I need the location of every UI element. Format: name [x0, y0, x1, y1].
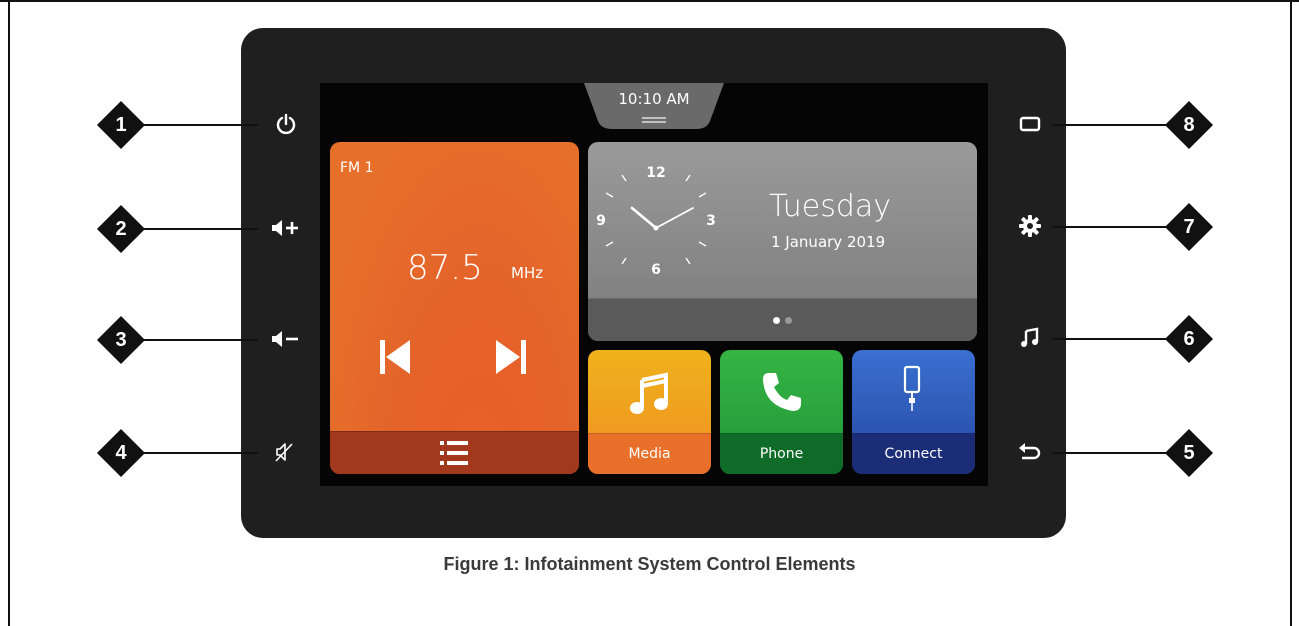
display-button[interactable] — [1010, 104, 1050, 144]
phone-icon — [763, 373, 801, 411]
phone-label: Phone — [720, 433, 843, 474]
page-indicator-bar — [588, 298, 977, 341]
radio-tile[interactable]: FM 1 87.5 MHz — [330, 142, 579, 474]
back-icon — [1019, 443, 1041, 460]
previous-station-button[interactable] — [374, 337, 414, 377]
settings-button[interactable] — [1010, 206, 1050, 246]
callout-line-5 — [1052, 452, 1182, 454]
phone-tile[interactable]: Phone — [720, 350, 843, 474]
clock-3: 3 — [706, 213, 716, 229]
full-date: 1 January 2019 — [771, 233, 886, 251]
radio-band: FM 1 — [340, 160, 374, 176]
minute-hand — [655, 207, 694, 229]
page-dot-active[interactable] — [773, 317, 780, 324]
back-button[interactable] — [1010, 432, 1050, 472]
radio-unit: MHz — [511, 264, 544, 282]
frame-left-line — [8, 0, 10, 626]
media-tile[interactable]: Media — [588, 350, 711, 474]
connect-tile[interactable]: Connect — [852, 350, 975, 474]
hour-hand — [630, 206, 658, 230]
callout-line-2 — [128, 228, 258, 230]
media-label: Media — [588, 433, 711, 474]
list-icon — [440, 441, 468, 465]
radio-frequency: 87.5 — [407, 248, 483, 288]
figure-caption: Figure 1: Infotainment System Control El… — [443, 554, 856, 574]
callout-line-4 — [128, 452, 258, 454]
callout-line-3 — [128, 339, 258, 341]
connect-label: Connect — [852, 433, 975, 474]
clock-12: 12 — [646, 165, 665, 181]
clock-9: 9 — [596, 213, 606, 229]
frame-right-line — [1290, 0, 1292, 626]
touchscreen: 10:10 AM FM 1 87.5 MHz 12 3 6 9 Tuesday … — [320, 83, 988, 486]
next-station-button[interactable] — [492, 337, 532, 377]
callout-line-8 — [1052, 124, 1182, 126]
status-time: 10:10 AM — [618, 90, 690, 108]
page-dot[interactable] — [785, 317, 792, 324]
display-icon — [1019, 116, 1041, 132]
volume-down-icon — [272, 331, 298, 347]
skip-next-icon — [496, 340, 526, 374]
power-button[interactable] — [266, 104, 306, 144]
music-note-icon — [630, 372, 668, 414]
callout-line-1 — [128, 124, 258, 126]
volume-up-icon — [272, 220, 298, 236]
day-of-week: Tuesday — [769, 189, 892, 224]
smartphone-icon — [903, 365, 921, 411]
callout-line-6 — [1052, 338, 1182, 340]
callout-line-7 — [1052, 226, 1182, 228]
music-button[interactable] — [1010, 318, 1050, 358]
mute-icon — [275, 443, 293, 462]
date-time-tile[interactable]: 12 3 6 9 Tuesday 1 January 2019 — [588, 142, 977, 341]
clock-6: 6 — [651, 262, 661, 278]
skip-previous-icon — [380, 340, 410, 374]
frame-top-line — [0, 0, 1299, 2]
volume-down-button[interactable] — [266, 319, 306, 359]
station-list-button[interactable] — [330, 431, 579, 474]
power-icon — [276, 113, 296, 135]
mute-button[interactable] — [264, 432, 304, 472]
gear-icon — [1019, 215, 1041, 237]
music-note-icon — [1021, 327, 1039, 347]
volume-up-button[interactable] — [266, 208, 306, 248]
analog-clock: 12 3 6 9 — [596, 165, 716, 278]
